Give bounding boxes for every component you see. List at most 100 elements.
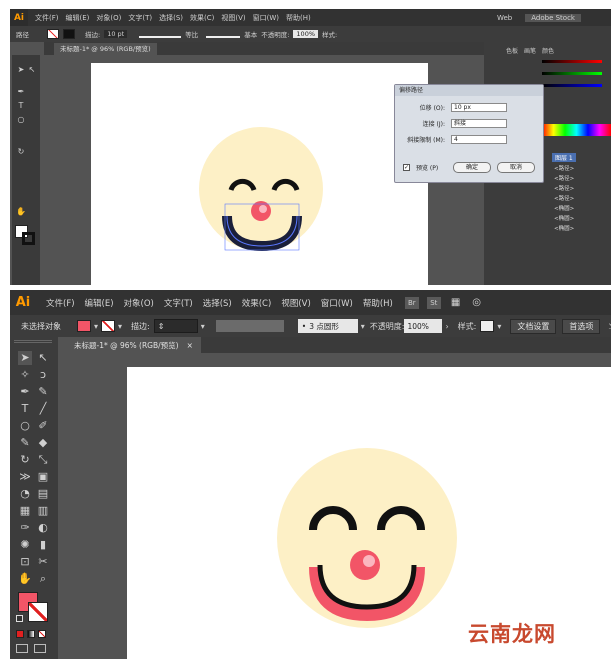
rotate-tool-icon[interactable]: ↻ xyxy=(18,453,32,467)
stroke-swatch[interactable] xyxy=(101,320,116,332)
paintbrush-tool-icon[interactable]: ✐ xyxy=(36,419,50,433)
top-fill-swatch[interactable] xyxy=(47,29,59,39)
fill-swatch[interactable] xyxy=(77,320,91,332)
top-layer-1[interactable]: 图层 1 xyxy=(552,153,576,162)
free-transform-tool-icon[interactable]: ▣ xyxy=(36,470,50,484)
menu-type[interactable]: 文字(T) xyxy=(164,297,193,309)
top-direct-selection-icon[interactable]: ↖ xyxy=(25,63,39,77)
top-search-field[interactable]: Adobe Stock xyxy=(525,13,581,22)
arrange-documents-icon[interactable]: ▦ xyxy=(451,297,460,308)
ok-button[interactable]: 确定 xyxy=(453,162,491,173)
top-layer-item[interactable]: <路径> xyxy=(554,164,574,174)
top-menu-view[interactable]: 视图(V) xyxy=(221,13,245,23)
miter-input[interactable]: 4 xyxy=(451,135,507,144)
hand-tool-icon[interactable]: ✋ xyxy=(18,572,32,586)
top-ellipse-tool-icon[interactable]: ○ xyxy=(14,113,28,127)
brush-definition[interactable]: • 3 点圆形 xyxy=(297,319,358,333)
top-stroke-weight[interactable]: 10 pt xyxy=(104,30,128,38)
stock-button[interactable]: St xyxy=(426,296,441,309)
bridge-button[interactable]: Br xyxy=(404,296,419,309)
top-menu-file[interactable]: 文件(F) xyxy=(35,13,59,23)
stroke-color-icon[interactable] xyxy=(28,602,48,622)
preferences-button[interactable]: 首选项 xyxy=(562,318,601,334)
opacity-field[interactable]: 100% xyxy=(404,319,443,333)
lasso-tool-icon[interactable]: ↄ xyxy=(36,368,50,382)
menu-edit[interactable]: 编辑(E) xyxy=(85,297,114,309)
top-artboard[interactable] xyxy=(91,63,428,285)
stroke-weight-dropdown-icon[interactable]: ▾ xyxy=(201,322,205,331)
document-setup-button[interactable]: 文档设置 xyxy=(510,318,557,334)
top-color-spectrum[interactable] xyxy=(542,124,611,136)
shaper-tool-icon[interactable]: ✎ xyxy=(18,436,32,450)
variable-width-profile[interactable] xyxy=(215,320,284,332)
direct-selection-tool-icon[interactable]: ↖ xyxy=(36,351,50,365)
top-hand-tool-icon[interactable]: ✋ xyxy=(14,205,28,219)
top-tab-color[interactable]: 颜色 xyxy=(542,46,554,55)
magic-wand-tool-icon[interactable]: ✧ xyxy=(18,368,32,382)
perspective-grid-tool-icon[interactable]: ▤ xyxy=(36,487,50,501)
blend-tool-icon[interactable]: ◐ xyxy=(36,521,50,535)
eyedropper-tool-icon[interactable]: ✑ xyxy=(18,521,32,535)
join-select[interactable]: 斜接 xyxy=(451,119,507,128)
stroke-dropdown-icon[interactable]: ▾ xyxy=(118,322,122,331)
top-tab-brushes[interactable]: 画笔 xyxy=(524,46,536,55)
style-dropdown-icon[interactable]: ▾ xyxy=(497,322,501,331)
top-brush-line[interactable] xyxy=(206,30,241,38)
top-color-slider-b[interactable] xyxy=(542,84,602,87)
top-layer-item[interactable]: <路径> xyxy=(554,194,574,204)
type-tool-icon[interactable]: T xyxy=(18,402,32,416)
column-graph-tool-icon[interactable]: ▮ xyxy=(36,538,50,552)
top-menu-select[interactable]: 选择(S) xyxy=(159,13,183,23)
toolbox-grip[interactable] xyxy=(14,340,52,343)
close-tab-icon[interactable]: × xyxy=(187,341,193,350)
top-menu-window[interactable]: 窗口(W) xyxy=(253,13,279,23)
ellipse-tool-icon[interactable]: ○ xyxy=(18,419,32,433)
scale-tool-icon[interactable]: ⤡ xyxy=(36,453,50,467)
opacity-dropdown-icon[interactable]: › xyxy=(445,322,448,331)
symbol-sprayer-tool-icon[interactable]: ✺ xyxy=(18,538,32,552)
gradient-mode-icon[interactable] xyxy=(27,630,35,638)
mesh-tool-icon[interactable]: ▦ xyxy=(18,504,32,518)
top-color-slider-g[interactable] xyxy=(542,72,602,75)
top-tab-swatches[interactable]: 色板 xyxy=(506,46,518,55)
draw-mode-icon[interactable] xyxy=(16,644,28,653)
gpu-performance-icon[interactable]: ◎ xyxy=(472,297,481,308)
cancel-button[interactable]: 取消 xyxy=(497,162,535,173)
menu-help[interactable]: 帮助(H) xyxy=(363,297,393,309)
menu-view[interactable]: 视图(V) xyxy=(281,297,310,309)
gradient-tool-icon[interactable]: ▥ xyxy=(36,504,50,518)
top-workspace[interactable]: Web xyxy=(497,14,512,22)
menu-object[interactable]: 对象(O) xyxy=(124,297,154,309)
top-layer-item[interactable]: <路径> xyxy=(554,184,574,194)
top-stroke-color-icon[interactable] xyxy=(22,232,35,245)
line-tool-icon[interactable]: ╱ xyxy=(36,402,50,416)
top-layer-item[interactable]: <椭圆> xyxy=(554,204,574,214)
top-doc-tab[interactable]: 未标题-1* @ 96% (RGB/预览) xyxy=(54,43,157,55)
zoom-tool-icon[interactable]: ⌕ xyxy=(36,572,50,586)
top-menu-effect[interactable]: 效果(C) xyxy=(190,13,214,23)
width-tool-icon[interactable]: ≫ xyxy=(18,470,32,484)
menu-window[interactable]: 窗口(W) xyxy=(321,297,353,309)
top-stroke-profile[interactable] xyxy=(139,30,182,38)
menu-select[interactable]: 选择(S) xyxy=(203,297,232,309)
top-layer-item[interactable]: <椭圆> xyxy=(554,224,574,234)
artboard[interactable] xyxy=(127,367,611,659)
slice-tool-icon[interactable]: ✂ xyxy=(36,555,50,569)
screen-mode-icon[interactable] xyxy=(34,644,46,653)
none-mode-icon[interactable] xyxy=(38,630,46,638)
preview-checkbox[interactable]: ✓ xyxy=(403,164,410,171)
top-menu-object[interactable]: 对象(O) xyxy=(96,13,121,23)
menu-effect[interactable]: 效果(C) xyxy=(242,297,272,309)
eraser-tool-icon[interactable]: ◆ xyxy=(36,436,50,450)
top-layer-item[interactable]: <椭圆> xyxy=(554,214,574,224)
fill-dropdown-icon[interactable]: ▾ xyxy=(94,322,98,331)
menu-file[interactable]: 文件(F) xyxy=(46,297,75,309)
style-swatch[interactable] xyxy=(480,320,495,332)
top-type-tool-icon[interactable]: T xyxy=(14,99,28,113)
top-color-slider-r[interactable] xyxy=(542,60,602,63)
stroke-weight-stepper[interactable]: ⇕ xyxy=(153,319,198,333)
top-pen-tool-icon[interactable]: ✒ xyxy=(14,85,28,99)
default-colors-icon[interactable] xyxy=(16,615,23,622)
top-opacity-field[interactable]: 100% xyxy=(293,30,319,38)
top-menu-help[interactable]: 帮助(H) xyxy=(286,13,311,23)
